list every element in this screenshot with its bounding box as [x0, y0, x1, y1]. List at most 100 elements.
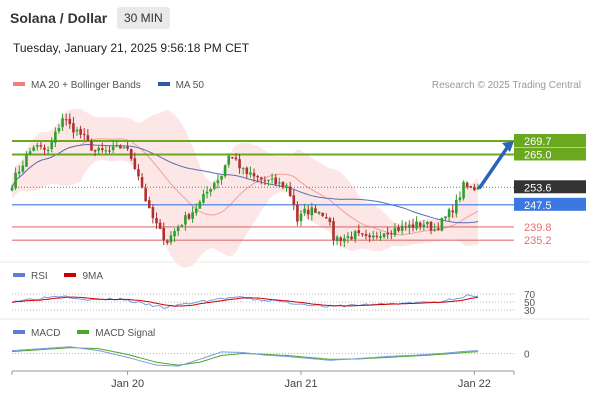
candle-body: [220, 175, 223, 180]
candle-body: [238, 159, 241, 169]
candle-body: [418, 222, 422, 227]
level-label-support: 239.8: [524, 222, 552, 234]
candle-body: [252, 173, 256, 177]
candle-body: [411, 224, 415, 228]
candle-body: [285, 185, 288, 187]
candle-body: [296, 204, 299, 222]
price-chart: 269.7265.0253.6247.5239.8235.27050300Jan…: [0, 108, 590, 390]
candle-body: [433, 229, 436, 231]
candle-body: [147, 200, 151, 209]
candle-body: [14, 172, 17, 189]
candle-body: [339, 237, 343, 241]
candle-body: [162, 227, 166, 241]
time-tick-label: Jan 21: [284, 378, 317, 390]
candle-body: [151, 207, 155, 219]
candle-body: [10, 187, 14, 191]
candle-body: [126, 146, 129, 149]
candle-body: [324, 217, 328, 219]
candle-body: [436, 228, 440, 230]
candle-body: [469, 186, 473, 188]
candle-body: [25, 155, 28, 167]
candle-body: [306, 209, 310, 215]
candle-body: [223, 165, 227, 177]
candle-body: [129, 149, 133, 159]
candle-body: [455, 199, 458, 214]
candle-body: [17, 171, 21, 174]
candle-body: [400, 225, 404, 231]
candle-body: [346, 236, 350, 238]
candle: [223, 164, 227, 179]
candle-body: [256, 175, 259, 178]
candle-body: [205, 191, 209, 194]
candle-body: [317, 211, 321, 214]
candle-body: [386, 232, 389, 235]
candle-body: [350, 236, 353, 240]
candle-body: [353, 231, 357, 240]
candle-body: [426, 222, 429, 225]
candle-body: [97, 147, 100, 151]
candle-body: [270, 178, 274, 180]
candle-body: [209, 189, 212, 192]
candle-body: [32, 147, 35, 151]
candle-body: [314, 208, 317, 213]
candle-body: [343, 238, 346, 242]
candle-body: [462, 182, 465, 199]
candle-body: [169, 235, 173, 243]
candle-body: [299, 213, 303, 222]
candle: [440, 217, 444, 232]
candle-body: [155, 217, 158, 224]
candle-body: [321, 212, 324, 216]
candle-body: [393, 228, 397, 236]
candle-body: [68, 118, 72, 125]
candle-body: [415, 221, 418, 229]
level-label-resistance: 265.0: [524, 150, 552, 162]
candle-body: [202, 193, 205, 203]
time-tick-label: Jan 22: [458, 378, 491, 390]
forecast-arrow-shaft: [478, 143, 511, 190]
candle-body: [119, 145, 122, 149]
candle-body: [144, 188, 147, 202]
candle-body: [57, 127, 61, 132]
candle-body: [216, 180, 220, 184]
candle-body: [191, 212, 194, 219]
candle: [462, 180, 465, 201]
candle-body: [72, 123, 75, 133]
candle-body: [473, 186, 476, 191]
candle-body: [198, 201, 202, 209]
candle-body: [35, 145, 39, 147]
candle-body: [422, 224, 426, 228]
candle-body: [86, 135, 90, 141]
candle-body: [231, 157, 234, 159]
candle-body: [79, 128, 82, 135]
candle-body: [115, 145, 119, 147]
candle: [296, 201, 299, 226]
level-label-current: 253.6: [524, 182, 552, 194]
candle-body: [361, 233, 364, 235]
candle-body: [408, 224, 411, 228]
candle-body: [278, 182, 281, 184]
candle-body: [93, 150, 97, 152]
candle-body: [281, 181, 285, 188]
candle-body: [194, 208, 198, 213]
time-tick-label: Jan 20: [111, 378, 144, 390]
candle-body: [368, 235, 371, 238]
candle-body: [375, 235, 379, 237]
candle-body: [133, 158, 137, 169]
candle-body: [101, 148, 104, 150]
macd-level-label: 0: [524, 350, 530, 361]
candle-body: [64, 119, 68, 121]
candle-body: [21, 165, 25, 172]
level-label-support: 235.2: [524, 235, 552, 247]
candle-body: [267, 179, 270, 181]
candle-body: [429, 221, 433, 231]
candle-body: [111, 146, 115, 151]
candle-body: [245, 167, 249, 175]
candle-body: [382, 233, 386, 237]
candle: [151, 204, 155, 224]
candle-body: [465, 182, 469, 187]
candle-body: [54, 131, 57, 143]
macd-signal-line: [11, 347, 479, 366]
candle-body: [61, 118, 64, 128]
candle-body: [187, 214, 191, 219]
candle-body: [332, 221, 335, 241]
